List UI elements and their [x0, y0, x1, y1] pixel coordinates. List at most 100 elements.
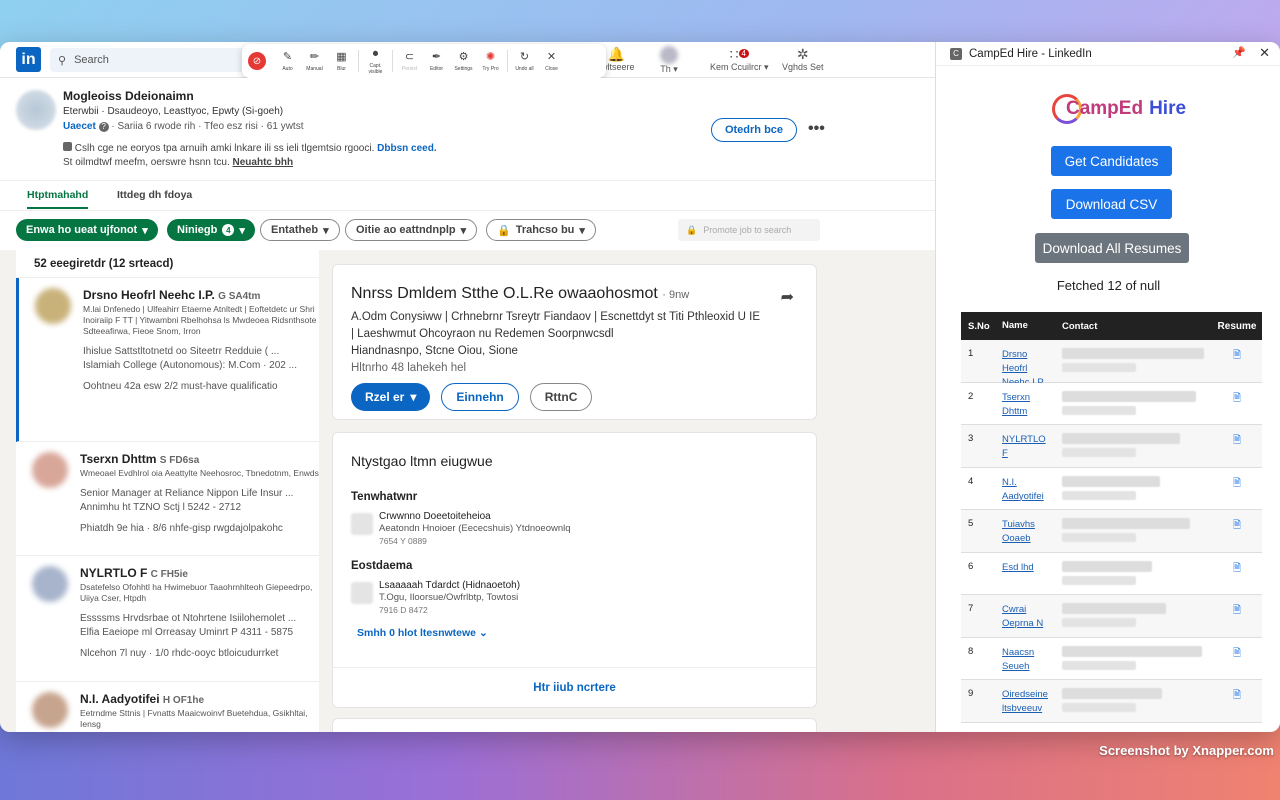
candidate-link[interactable]: Oiredseine ltsbveeuv [996, 680, 1058, 722]
tertiary-action-button[interactable]: RttnC [529, 383, 593, 411]
toolbar-button[interactable]: ✕ Close [538, 51, 565, 72]
brand-logo: CampEd Hire [1052, 94, 1186, 124]
favicon-icon: C [950, 47, 962, 60]
applicant-exp-1: Essssms Hrvdsrbae ot Ntohrtene Isiilohem… [80, 613, 297, 624]
candidate-link[interactable]: Esd lhd [996, 553, 1058, 595]
job-meta: Uaecet ? · Sariia 6 rwode rih · Tfeo esz… [63, 121, 303, 132]
col-resume: Resume [1217, 320, 1257, 332]
filter-chip-1-label: Enwa ho ueat ujfonot [26, 224, 138, 236]
close-icon[interactable]: ✕ [1259, 45, 1270, 61]
contact-cell [1058, 680, 1212, 722]
list-item[interactable]: Tserxn Dhttm S FD6sa Wmeoael Evdhlrol oia… [16, 442, 319, 556]
nav-me[interactable]: Th ▾ [660, 46, 678, 75]
extension-title: CampEd Hire - LinkedIn [969, 47, 1092, 60]
toolbar-button[interactable]: ↻ Undo all [511, 51, 538, 72]
experience-section-2: Eostdaema [351, 560, 413, 572]
compass-icon: ✲ [796, 46, 809, 62]
file-icon[interactable]: 🗎 [1212, 340, 1262, 382]
toolbar-label: Manual [306, 65, 323, 72]
contact-cell [1058, 340, 1212, 382]
applicant-name: N.I. Aadyotifei H OF1he [80, 692, 319, 706]
info-icon [63, 142, 72, 151]
file-icon[interactable]: 🗎 [1212, 383, 1262, 425]
toolbar-button[interactable]: ✎ Auto [274, 51, 301, 72]
toolbar-label: Auto [282, 65, 293, 72]
linkedin-logo-icon[interactable]: in [16, 47, 41, 72]
filter-chip-5[interactable]: 🔒 Trahcso bu ▾ [486, 219, 596, 241]
job-title: Mogleoiss Ddeionaimn [63, 89, 194, 103]
candidate-link[interactable]: N.I. Aadyotifei [996, 468, 1058, 510]
filter-chip-2[interactable]: Niniegb 4 ▾ [167, 219, 255, 241]
candidate-link[interactable]: Tserxn Dhttm [996, 383, 1058, 425]
see-more-link[interactable]: Smhh 0 hlot ltesnwtewe ⌄ [357, 627, 798, 639]
job-action-button[interactable]: Otedrh bce [711, 118, 797, 142]
file-icon[interactable]: 🗎 [1212, 553, 1262, 595]
primary-action-button[interactable]: Rzel er ▾ [351, 383, 431, 411]
filter-chip-4[interactable]: Oitie ao eattndnplp ▾ [345, 219, 478, 241]
job-info2-link[interactable]: Neuahtc bhh [233, 157, 294, 168]
applicant-degree: G SA4tm [218, 291, 261, 302]
pin-icon[interactable]: 📌 [1232, 46, 1246, 59]
col-name: Name [1002, 320, 1028, 331]
tab-details[interactable]: Ittdeg dh fdoya [117, 189, 192, 201]
promote-input[interactable]: 🔒 Promote job to search [678, 219, 820, 241]
toolbar-button[interactable]: ⊂ Persist [396, 51, 423, 72]
get-candidates-button[interactable]: Get Candidates [1051, 146, 1172, 176]
download-csv-button[interactable]: Download CSV [1051, 189, 1172, 219]
filter-chip-1[interactable]: Enwa ho ueat ujfonot ▾ [16, 219, 158, 241]
primary-action-label: Rzel er [365, 390, 405, 404]
file-icon[interactable]: 🗎 [1212, 510, 1262, 552]
experience-card: Ntystgao ltmn eiugwue Tenwhatwnr Crwwnno… [332, 432, 817, 708]
file-icon[interactable]: 🗎 [1212, 638, 1262, 680]
candidate-link[interactable]: Naacsn Seueh [996, 638, 1058, 680]
list-item[interactable]: Drsno Heofrl Neehc I.P. G SA4tm M.lai Dnf… [16, 278, 319, 442]
candidate-link[interactable]: Drsno Heofrl Neehc I.P. [996, 340, 1058, 388]
profile-time: · 9nw [662, 289, 690, 301]
contact-cell [1058, 638, 1212, 680]
job-info2-text: St oilmdtwf meefm, oerswre hsnn tcu. [63, 157, 230, 168]
file-icon[interactable]: 🗎 [1212, 680, 1262, 722]
profile-headline-1: A.Odm Conysiww | Crhnebrnr Tsreytr Fiand… [351, 311, 761, 323]
download-resumes-button[interactable]: Download All Resumes [1035, 233, 1189, 263]
row-number: 6 [968, 560, 974, 572]
tab-applicants[interactable]: Htptmahahd [27, 189, 89, 209]
nav-jobs[interactable]: ✲ Vghds Set [782, 46, 824, 72]
toolbar-button[interactable]: ⚙ Settings [450, 51, 477, 72]
toolbar-button[interactable]: ✏ Manual [301, 51, 328, 72]
more-icon[interactable]: ••• [808, 120, 825, 138]
applicant-name: Tserxn Dhttm S FD6sa [80, 452, 319, 466]
toolbar-icon: ⊂ [404, 50, 415, 63]
candidate-link[interactable]: Tuiavhs Ooaeb [996, 510, 1058, 552]
filter-chip-2-label: Niniegb [177, 224, 218, 236]
filter-chip-3-label: Entatheb [271, 224, 319, 236]
eye-off-icon[interactable]: ⊘ [248, 52, 266, 70]
footer-link[interactable]: Htr iiub ncrtere [333, 667, 816, 707]
job-info-link[interactable]: Dbbsn ceed. [377, 143, 436, 154]
nav-work[interactable]: ∷ 4 Kem Ccuilrcr ▾ [710, 46, 769, 73]
share-icon[interactable]: ➦ [781, 287, 794, 307]
secondary-action-button[interactable]: Einnehn [441, 383, 519, 411]
toolbar-button[interactable]: ✺ Try Pro [477, 51, 504, 72]
toolbar-label: Settings [454, 65, 473, 72]
filter-chip-3[interactable]: Entatheb ▾ [260, 219, 340, 241]
candidate-link[interactable]: NYLRTLO F [996, 425, 1058, 467]
entry-subtitle: T.Ogu, Iloorsue/Owfrlbtp, Towtosi [379, 592, 519, 603]
extension-panel: C CampEd Hire - LinkedIn 📌 ✕ CampEd Hire… [935, 42, 1280, 732]
help-icon[interactable]: ? [98, 122, 109, 132]
list-item[interactable]: N.I. Aadyotifei H OF1he Eetrndme Sttnis |… [16, 682, 319, 732]
col-sno: S.No [968, 320, 990, 332]
toolbar-button[interactable]: ▦ Blur [328, 51, 355, 72]
toolbar-button[interactable]: ⏺ Capt. visible [362, 48, 389, 75]
row-number: 9 [968, 688, 974, 699]
entry-title: Lsaaaaah Tdardct (Hidnaoetoh) [379, 580, 521, 591]
file-icon[interactable]: 🗎 [1212, 425, 1262, 467]
contact-cell [1058, 595, 1212, 637]
list-item[interactable]: NYLRTLO F C FH5ie Dsatefelso Ofohhtl ha H… [16, 556, 319, 682]
candidate-link[interactable]: Cwrai Oeprna N [996, 595, 1058, 637]
toolbar-icon: ✎ [282, 50, 293, 63]
file-icon[interactable]: 🗎 [1212, 468, 1262, 510]
search-input[interactable]: ⚲ Search [50, 48, 250, 72]
applicant-exp-1: Senior Manager at Reliance Nippon Life I… [80, 488, 294, 499]
file-icon[interactable]: 🗎 [1212, 595, 1262, 637]
toolbar-button[interactable]: ✒ Editor [423, 51, 450, 72]
